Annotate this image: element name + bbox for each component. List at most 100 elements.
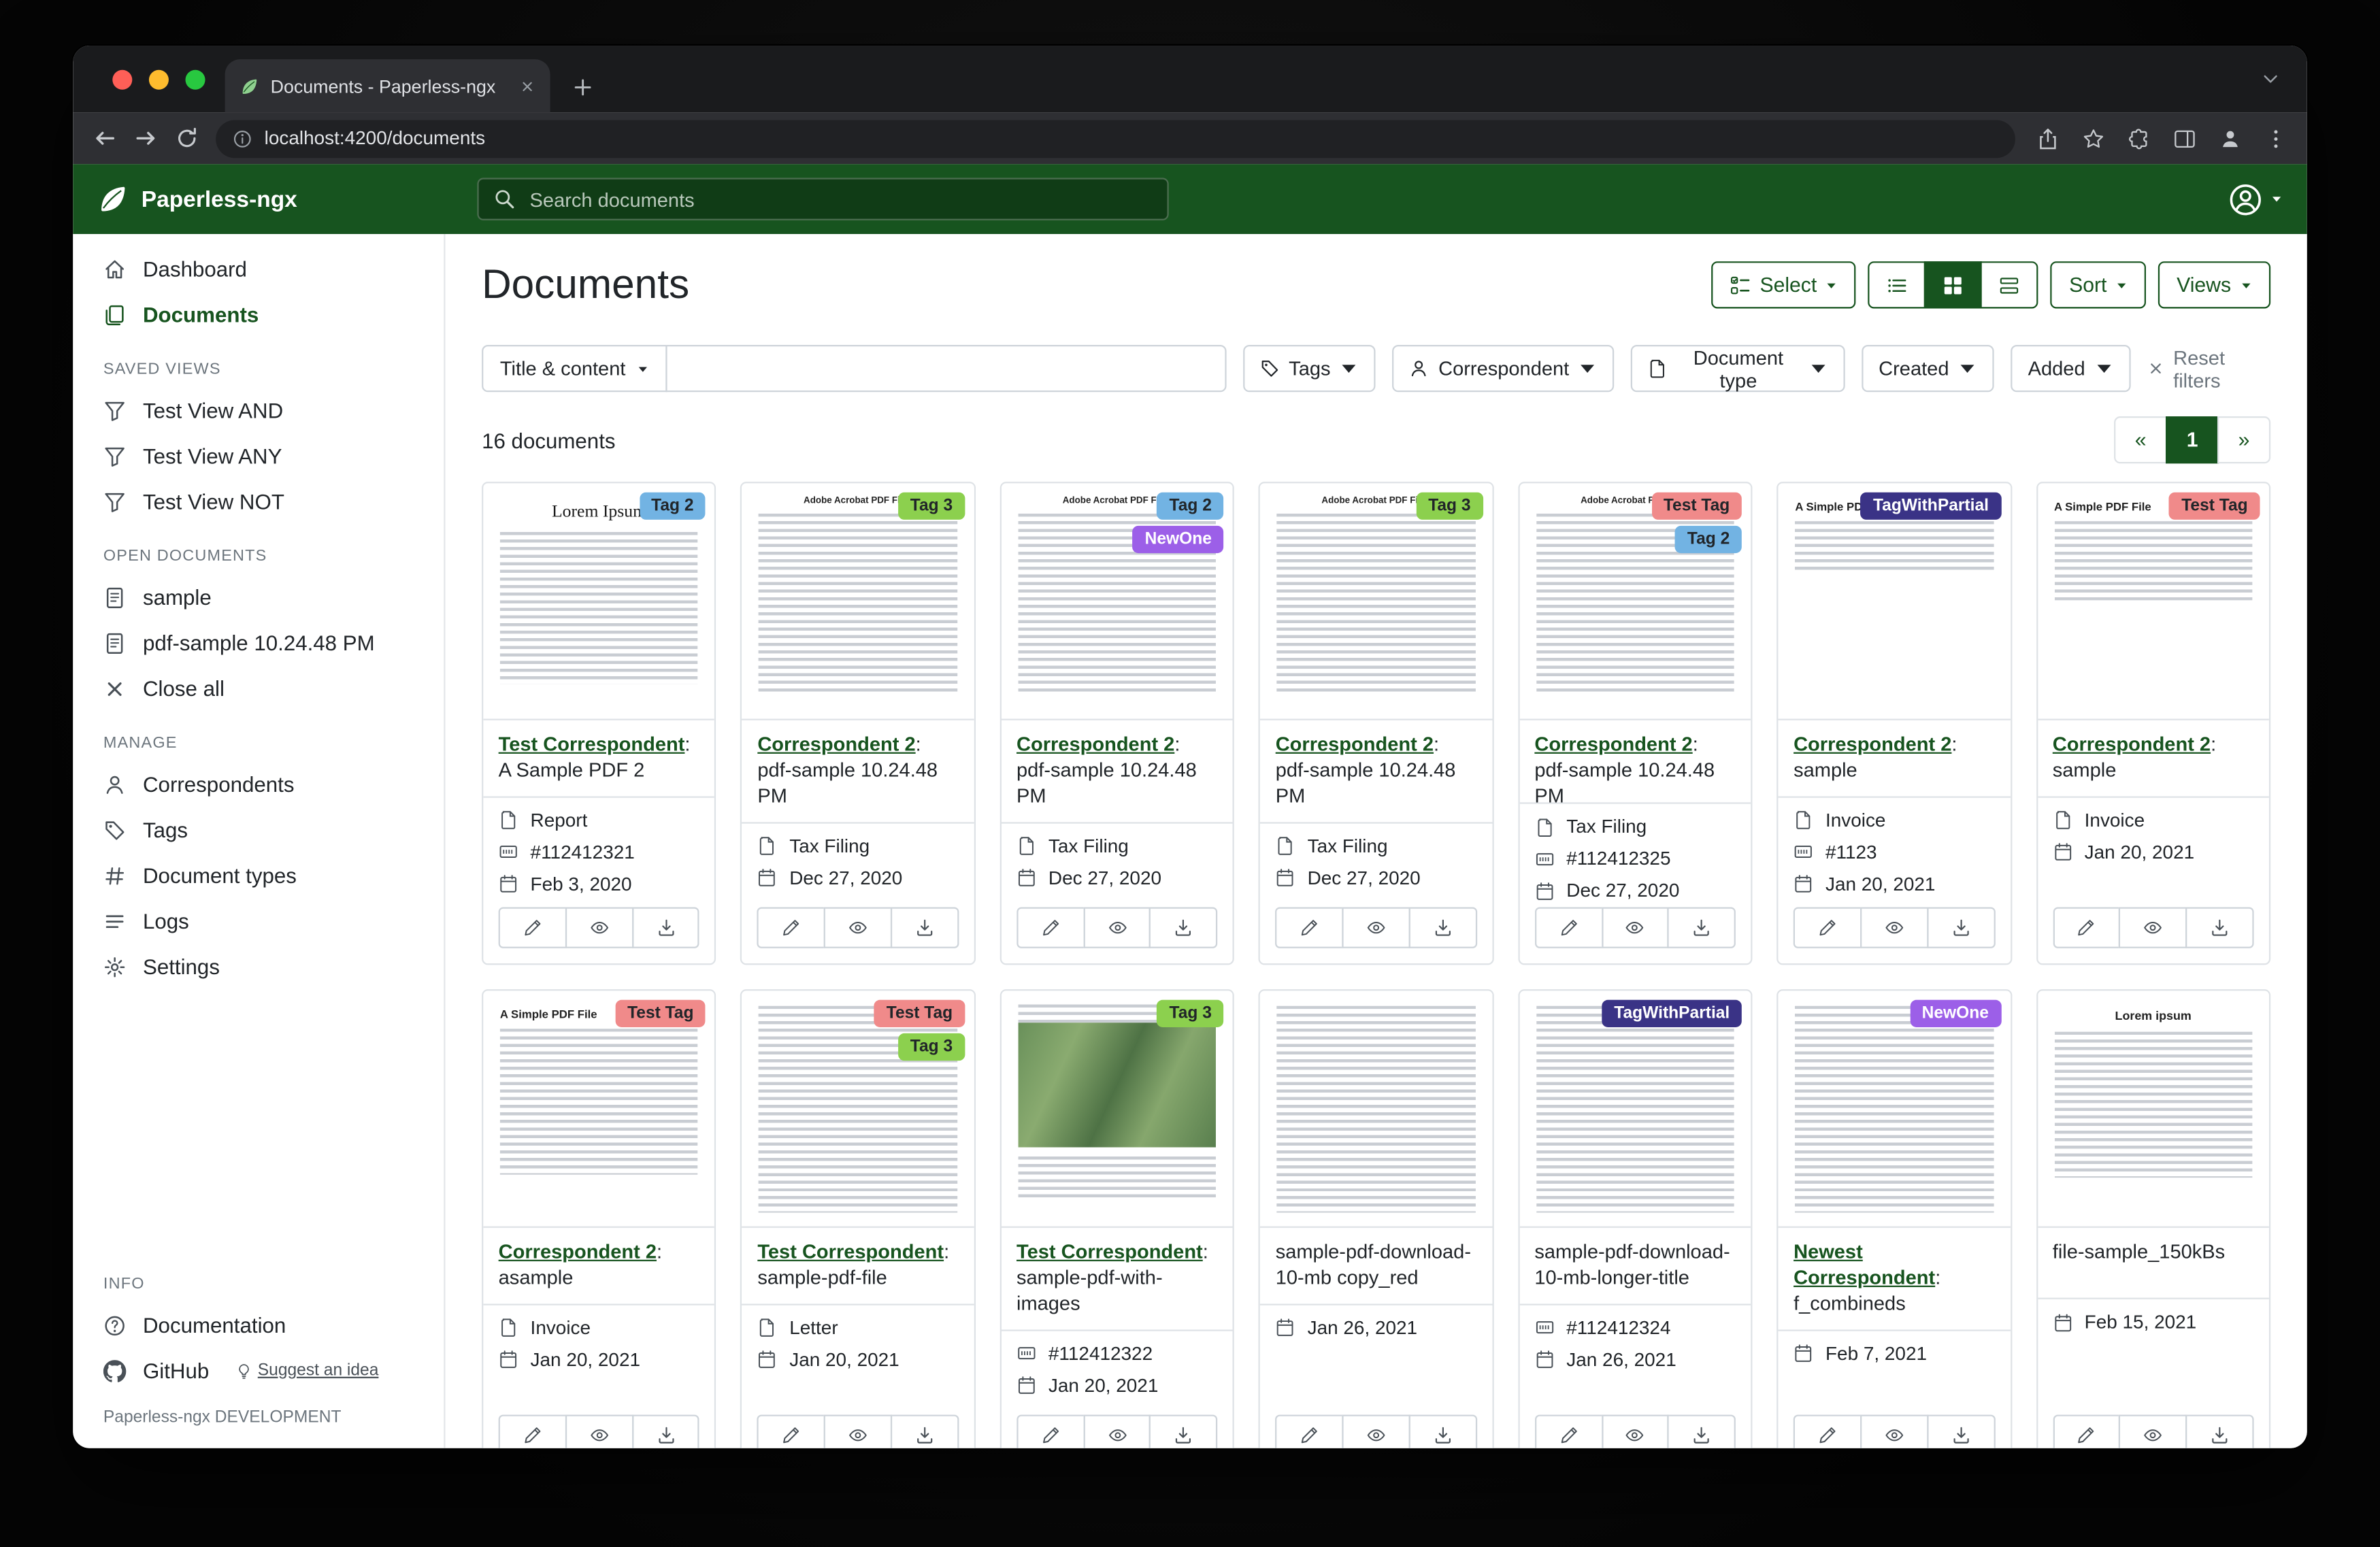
tag-badge-tag-3[interactable]: Tag 3	[1157, 1000, 1224, 1027]
sidebar-item-document-types[interactable]: Document types	[73, 852, 444, 898]
download-button[interactable]	[891, 908, 959, 948]
download-button[interactable]	[891, 1415, 959, 1448]
download-button[interactable]	[1927, 1415, 1995, 1448]
document-thumbnail[interactable]: Adobe Acrobat PDF Files Test TagTag 2	[1519, 483, 1751, 720]
preview-button[interactable]	[824, 908, 892, 948]
edit-button[interactable]	[1276, 908, 1344, 948]
view-grid-button[interactable]	[1925, 261, 1983, 308]
sidebar-item-logs[interactable]: Logs	[73, 898, 444, 944]
sidebar-item-correspondents[interactable]: Correspondents	[73, 761, 444, 807]
correspondent-link[interactable]: Correspondent 2	[499, 1240, 657, 1263]
sidebar-item-documentation[interactable]: Documentation	[73, 1302, 444, 1348]
tag-badge-test-tag[interactable]: Test Tag	[2169, 493, 2260, 520]
sidebar-item-pdf-sample-10-24-48-pm[interactable]: pdf-sample 10.24.48 PM	[73, 620, 444, 665]
edit-button[interactable]	[1276, 1415, 1344, 1448]
preview-button[interactable]	[1860, 1415, 1928, 1448]
reset-filters-link[interactable]: Reset filters	[2147, 346, 2270, 391]
created-filter-button[interactable]: Created	[1862, 345, 1995, 392]
sidebar-item-test-view-not[interactable]: Test View NOT	[73, 479, 444, 525]
edit-button[interactable]	[1017, 908, 1085, 948]
tag-badge-tag-3[interactable]: Tag 3	[1416, 493, 1483, 520]
share-icon[interactable]	[2036, 127, 2060, 150]
preview-button[interactable]	[1342, 1415, 1410, 1448]
edit-button[interactable]	[757, 1415, 825, 1448]
tag-badge-tag-3[interactable]: Tag 3	[898, 1033, 965, 1061]
correspondent-link[interactable]: Correspondent 2	[1017, 733, 1174, 756]
pagination-next-button[interactable]: »	[2217, 416, 2270, 463]
site-info-icon[interactable]	[233, 129, 252, 148]
correspondent-filter-button[interactable]: Correspondent	[1393, 345, 1615, 392]
sidebar-item-close-all[interactable]: Close all	[73, 665, 444, 711]
tags-filter-button[interactable]: Tags	[1243, 345, 1376, 392]
tab-search-icon[interactable]	[2262, 70, 2280, 88]
preview-button[interactable]	[1342, 908, 1410, 948]
preview-button[interactable]	[1601, 1415, 1669, 1448]
tag-badge-tag-2[interactable]: Tag 2	[1675, 526, 1742, 553]
back-button[interactable]	[93, 126, 117, 150]
preview-button[interactable]	[1601, 908, 1669, 948]
correspondent-link[interactable]: Test Correspondent	[1017, 1240, 1203, 1263]
preview-button[interactable]	[2119, 908, 2187, 948]
edit-button[interactable]	[2053, 1415, 2121, 1448]
correspondent-link[interactable]: Test Correspondent	[757, 1240, 944, 1263]
download-button[interactable]	[1668, 908, 1736, 948]
edit-button[interactable]	[1534, 1415, 1602, 1448]
user-menu[interactable]	[2228, 182, 2283, 216]
added-filter-button[interactable]: Added	[2011, 345, 2131, 392]
download-button[interactable]	[631, 908, 699, 948]
close-window-button[interactable]	[112, 70, 132, 90]
title-content-dropdown[interactable]: Title & content	[482, 345, 667, 392]
tag-badge-tag-2[interactable]: Tag 2	[1157, 493, 1224, 520]
minimize-window-button[interactable]	[149, 70, 169, 90]
preview-button[interactable]	[2119, 1415, 2187, 1448]
search-input[interactable]	[527, 186, 1151, 212]
sidebar-item-documents[interactable]: Documents	[73, 292, 444, 337]
preview-button[interactable]	[565, 908, 633, 948]
tag-badge-newone[interactable]: NewOne	[1133, 526, 1224, 553]
download-button[interactable]	[631, 1415, 699, 1448]
correspondent-link[interactable]: Correspondent 2	[2053, 733, 2211, 756]
extensions-icon[interactable]	[2128, 127, 2151, 150]
edit-button[interactable]	[2053, 908, 2121, 948]
correspondent-link[interactable]: Correspondent 2	[1794, 733, 1951, 756]
edit-button[interactable]	[757, 908, 825, 948]
sidebar-item-test-view-and[interactable]: Test View AND	[73, 388, 444, 433]
address-bar[interactable]: localhost:4200/documents	[216, 119, 2015, 157]
correspondent-link[interactable]: Test Correspondent	[499, 733, 685, 756]
profile-icon[interactable]	[2219, 127, 2242, 150]
sidebar-item-sample[interactable]: sample	[73, 574, 444, 620]
download-button[interactable]	[2185, 1415, 2253, 1448]
preview-button[interactable]	[824, 1415, 892, 1448]
document-thumbnail[interactable]: Adobe Acrobat PDF Files Tag 2NewOne	[1002, 483, 1233, 720]
sort-button[interactable]: Sort	[2051, 261, 2146, 308]
edit-button[interactable]	[499, 1415, 567, 1448]
edit-button[interactable]	[1794, 908, 1862, 948]
document-thumbnail[interactable]: A Simple PDF File Test Tag	[2037, 483, 2268, 720]
edit-button[interactable]	[499, 908, 567, 948]
filter-text-input[interactable]	[665, 345, 1227, 392]
document-thumbnail[interactable]: Adobe Acrobat PDF Files Tag 3	[1260, 483, 1491, 720]
document-thumbnail[interactable]: TagWithPartial	[1519, 991, 1751, 1227]
tag-badge-tagwithpartial[interactable]: TagWithPartial	[1602, 1000, 1742, 1027]
edit-button[interactable]	[1794, 1415, 1862, 1448]
sidebar-item-github[interactable]: GitHub Suggest an idea	[73, 1348, 444, 1393]
suggest-an-idea-link[interactable]: Suggest an idea	[235, 1361, 378, 1380]
document-thumbnail[interactable]: A Simple PDF File Test Tag	[483, 991, 714, 1227]
tag-badge-test-tag[interactable]: Test Tag	[874, 1000, 965, 1027]
document-thumbnail[interactable]: A Simple PDF File TagWithPartial	[1779, 483, 2010, 720]
pagination-page-1-button[interactable]: 1	[2166, 416, 2219, 463]
tab-close-icon[interactable]	[520, 78, 535, 93]
select-button[interactable]: Select	[1711, 261, 1856, 308]
side-panel-icon[interactable]	[2173, 127, 2196, 150]
document-thumbnail[interactable]: Lorem Ipsum Tag 2	[483, 483, 714, 720]
browser-menu-icon[interactable]	[2264, 127, 2287, 150]
edit-button[interactable]	[1017, 1415, 1085, 1448]
sidebar-item-dashboard[interactable]: Dashboard	[73, 246, 444, 292]
document-thumbnail[interactable]	[1260, 991, 1491, 1227]
pagination-prev-button[interactable]: «	[2114, 416, 2167, 463]
tag-badge-tag-3[interactable]: Tag 3	[898, 493, 965, 520]
reload-button[interactable]	[175, 126, 199, 150]
views-button[interactable]: Views	[2158, 261, 2270, 308]
download-button[interactable]	[2185, 908, 2253, 948]
download-button[interactable]	[1150, 908, 1218, 948]
